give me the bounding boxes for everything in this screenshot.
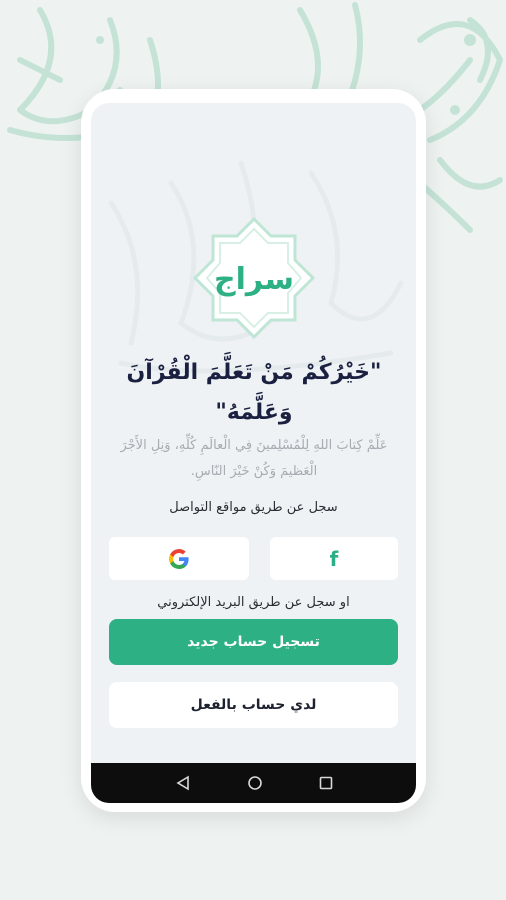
- facebook-icon: f: [329, 546, 339, 571]
- google-icon: [169, 548, 189, 569]
- login-button[interactable]: لدي حساب بالفعل: [109, 682, 398, 728]
- login-button-label: لدي حساب بالفعل: [190, 697, 317, 713]
- quote-line-1: "خَيْرُكُمْ مَنْ تَعَلَّمَ الْقُرْآنَ: [126, 360, 382, 385]
- description: عَلِّمْ كِتابَ اللهِ لِلْمُسْلِمينَ فِي …: [103, 433, 405, 485]
- facebook-signup-button[interactable]: f: [270, 537, 398, 580]
- phone-frame: سراج "خَيْرُكُمْ مَنْ تَعَلَّمَ الْقُرْآ…: [81, 89, 426, 812]
- register-button-label: تسجيل حساب جديد: [187, 634, 320, 650]
- email-signup-label: او سجل عن طريق البريد الإلكتروني: [157, 595, 350, 610]
- social-signup-label: سجل عن طريق مواقع التواصل: [169, 500, 338, 515]
- description-line-2: الْعَظيمَ وَكُنْ خَيْرَ النّاسِ.: [190, 464, 318, 479]
- app-screen: سراج "خَيْرُكُمْ مَنْ تَعَلَّمَ الْقُرْآ…: [91, 103, 416, 803]
- home-button[interactable]: [245, 773, 265, 793]
- register-button[interactable]: تسجيل حساب جديد: [109, 619, 398, 665]
- hadith-quote: "خَيْرُكُمْ مَنْ تَعَلَّمَ الْقُرْآنَ وَ…: [99, 353, 409, 433]
- google-signup-button[interactable]: [109, 537, 249, 580]
- description-line-1: عَلِّمْ كِتابَ اللهِ لِلْمُسْلِمينَ فِي …: [120, 438, 388, 453]
- back-button[interactable]: [173, 773, 193, 793]
- quote-line-2: وَعَلَّمَهُ": [215, 400, 293, 425]
- android-navigation-bar: [91, 763, 416, 803]
- logo-text: سراج: [214, 262, 294, 297]
- back-icon: [176, 775, 189, 791]
- recent-apps-icon: [319, 776, 333, 790]
- recent-apps-button[interactable]: [316, 773, 336, 793]
- app-logo: سراج: [193, 217, 315, 339]
- home-icon: [248, 776, 262, 790]
